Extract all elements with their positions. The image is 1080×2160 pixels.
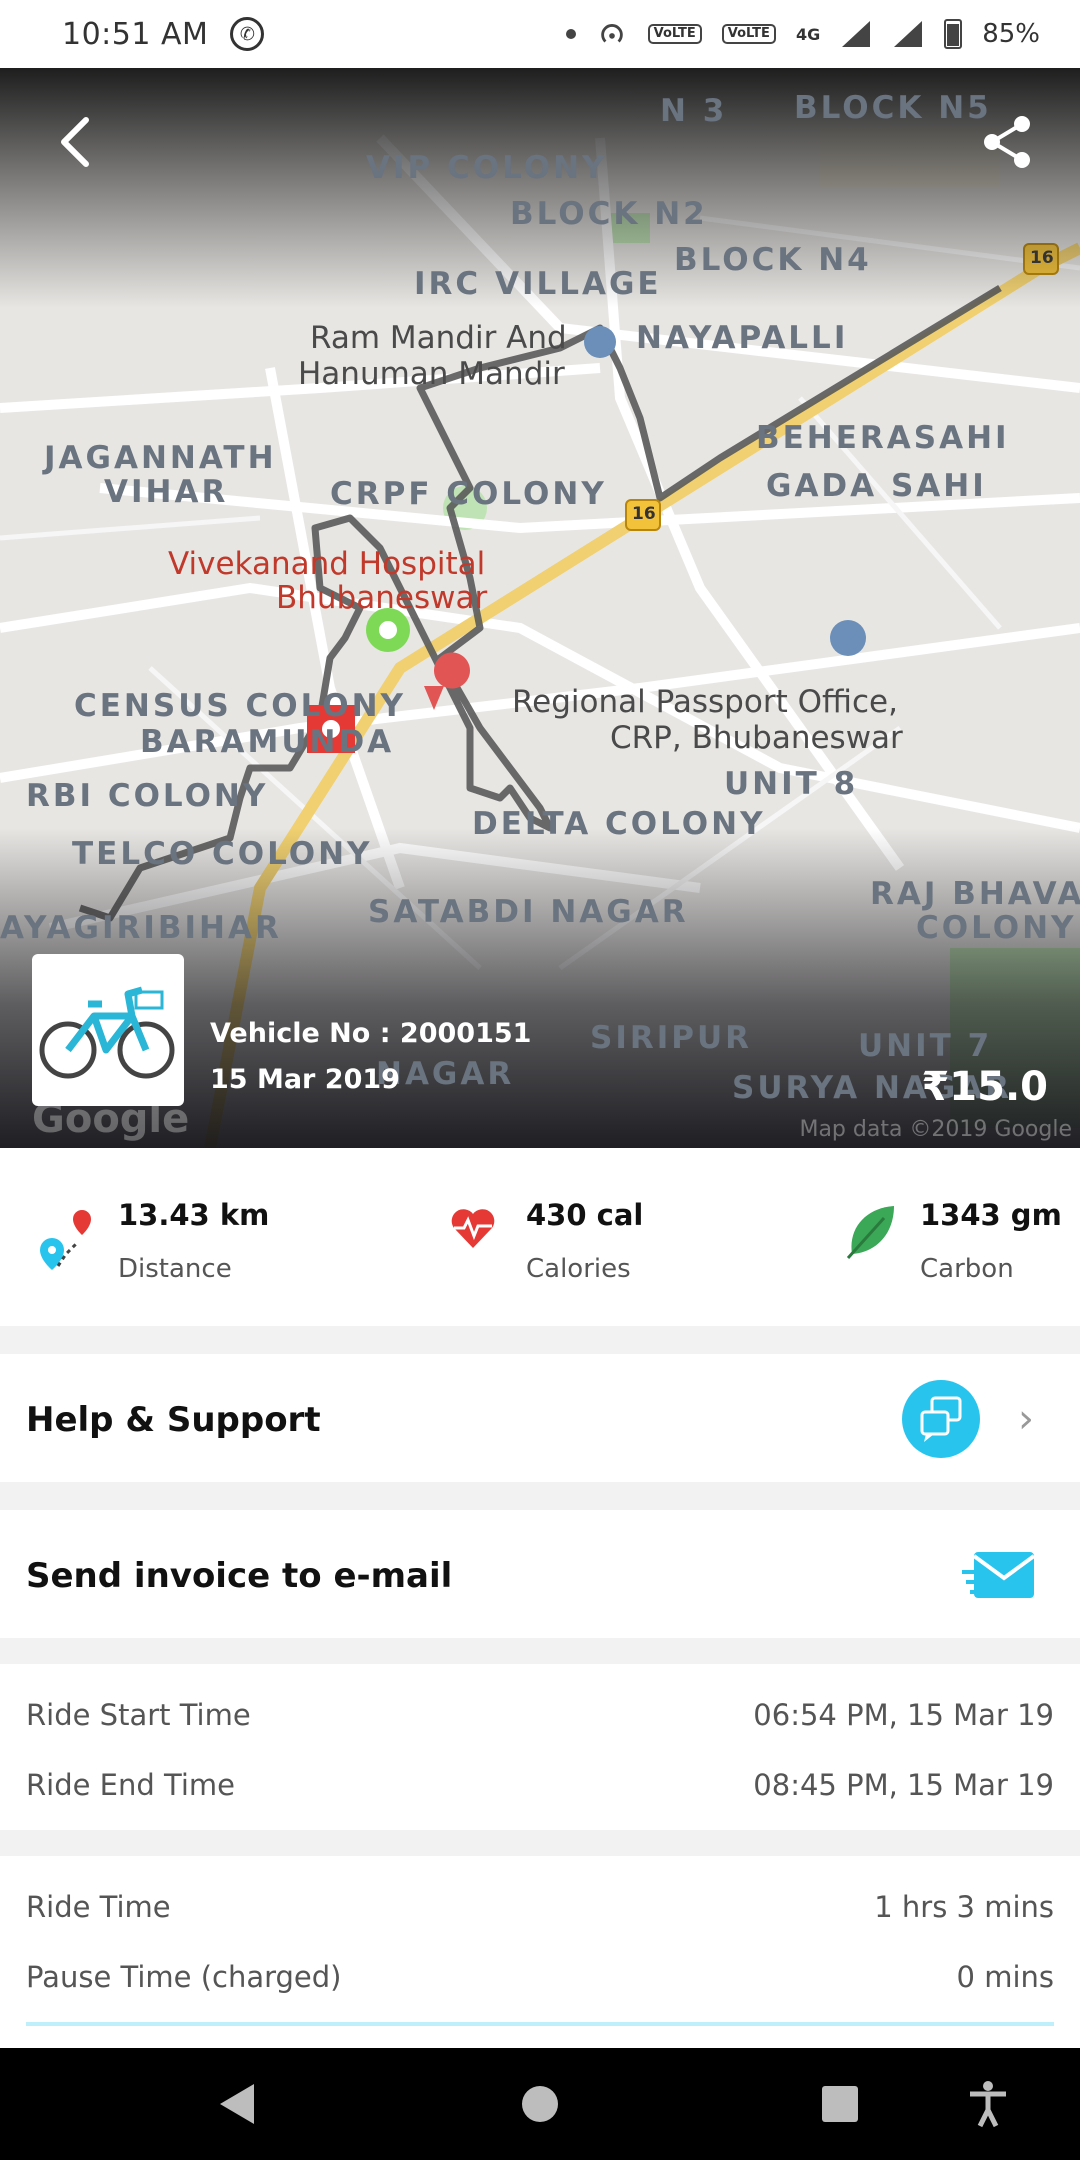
ride-time-row: Ride Time 1 hrs 3 mins (26, 1890, 1054, 1924)
back-arrow-icon (61, 117, 89, 167)
scroll-indicator (26, 2022, 1054, 2026)
vehicle-number: Vehicle No : 2000151 (210, 1018, 532, 1049)
ride-end-label: Ride End Time (26, 1768, 235, 1802)
map-label: GADA SAHI (766, 468, 987, 504)
bike-thumbnail (32, 954, 184, 1106)
bicycle-icon (39, 986, 175, 1079)
send-invoice-row[interactable]: Send invoice to e-mail (0, 1510, 1080, 1638)
route-map[interactable]: N 3 BLOCK N5 VIP COLONY BLOCK N2 BLOCK N… (0, 68, 1080, 1148)
back-button[interactable] (44, 110, 108, 174)
ride-durations-card: Ride Time 1 hrs 3 mins Pause Time (charg… (0, 1856, 1080, 2048)
heart-pulse-icon (451, 1209, 495, 1248)
map-label: Bhubaneswar (276, 580, 488, 616)
ride-end-row: Ride End Time 08:45 PM, 15 Mar 19 (26, 1768, 1054, 1802)
ride-end-value: 08:45 PM, 15 Mar 19 (753, 1768, 1054, 1802)
map-label: VIHAR (104, 474, 229, 510)
ride-times-card: Ride Start Time 06:54 PM, 15 Mar 19 Ride… (0, 1664, 1080, 1830)
pause-time-label: Pause Time (charged) (26, 1960, 342, 1994)
pause-time-row: Pause Time (charged) 0 mins (26, 1960, 1054, 1994)
stat-carbon: 1343 gm Carbon (720, 1148, 1080, 1326)
map-label: CENSUS COLONY (74, 688, 406, 724)
map-label: BEHERASAHI (756, 420, 1010, 456)
map-label: N 3 (660, 93, 728, 129)
highway-badge: 16 (632, 504, 656, 524)
hotspot-icon (600, 24, 623, 43)
map-label: UNIT 8 (724, 766, 859, 802)
ride-start-value: 06:54 PM, 15 Mar 19 (753, 1698, 1054, 1732)
share-button[interactable] (976, 110, 1040, 174)
whatsapp-icon: ✆ (230, 17, 265, 51)
nav-home-icon[interactable] (520, 2082, 560, 2126)
stat-calories: 430 cal Calories (360, 1148, 720, 1326)
carbon-value: 1343 gm (920, 1198, 1062, 1232)
map-label: COLONY (916, 910, 1077, 946)
map-label: Hanuman Mandir (298, 356, 565, 392)
map-label: RAJ BHAVAN (870, 876, 1080, 912)
map-label: BLOCK N4 (674, 242, 872, 278)
map-label: SATABDI NAGAR (368, 894, 689, 930)
battery-percent: 85% (982, 19, 1040, 49)
distance-value: 13.43 km (118, 1198, 270, 1232)
map-label: Vivekanand Hospital (168, 546, 486, 582)
accessibility-icon[interactable] (968, 2080, 1008, 2128)
map-label: BLOCK N2 (510, 196, 708, 232)
google-logo: Google (32, 1096, 190, 1142)
map-label: IRC VILLAGE (414, 266, 662, 302)
ride-start-row: Ride Start Time 06:54 PM, 15 Mar 19 (26, 1698, 1054, 1732)
help-support-row[interactable]: Help & Support › (0, 1354, 1080, 1482)
map-label: NAYAPALLI (636, 320, 849, 356)
ride-time-value: 1 hrs 3 mins (874, 1890, 1054, 1924)
share-icon (984, 116, 1030, 168)
map-label: DELTA COLONY (472, 806, 766, 842)
ride-start-label: Ride Start Time (26, 1698, 251, 1732)
map-label: BARAMUNDA (140, 724, 395, 760)
signal-icon-2 (894, 21, 923, 47)
status-bar: 10:51 AM ✆ VoLTE VoLTE 4G 85% (0, 0, 1080, 68)
distance-label: Distance (118, 1254, 232, 1284)
map-label: CRPF COLONY (330, 476, 607, 512)
map-label: SIRIPUR (590, 1020, 753, 1056)
calories-label: Calories (526, 1254, 631, 1284)
signal-icon (842, 21, 871, 47)
map-label: BLOCK N5 (794, 90, 992, 126)
map-label: AYAGIRIBIHAR (0, 910, 282, 946)
status-icons: VoLTE VoLTE 4G 85% (565, 19, 1040, 49)
map-label: VIP COLONY (366, 150, 608, 186)
highway-badge: 16 (1030, 248, 1054, 268)
email-icon (962, 1552, 1036, 1598)
pause-time-value: 0 mins (956, 1960, 1054, 1994)
sim2-volte-badge: VoLTE (721, 24, 776, 44)
map-label: UNIT 7 (858, 1028, 993, 1064)
map-label: Regional Passport Office, (512, 684, 898, 720)
battery-icon (944, 19, 963, 49)
help-support-label: Help & Support (26, 1400, 321, 1440)
network-type: 4G (795, 24, 821, 44)
map-label: CRP, Bhubaneswar (610, 720, 903, 756)
leaf-icon (846, 1206, 894, 1260)
ride-fare: ₹15.0 (921, 1064, 1048, 1110)
nav-back-icon[interactable] (218, 2082, 258, 2126)
map-label: RBI COLONY (26, 778, 269, 814)
sim1-volte-badge: VoLTE (647, 24, 702, 44)
distance-pin-icon (40, 1210, 91, 1270)
status-time: 10:51 AM (62, 16, 209, 52)
chat-support-icon (902, 1380, 980, 1458)
stat-distance: 13.43 km Distance (0, 1148, 360, 1326)
map-credit: Map data ©2019 Google (799, 1117, 1072, 1142)
chevron-right-icon: › (1018, 1396, 1034, 1442)
ride-date: 15 Mar 2019 (210, 1064, 400, 1095)
map-label: Ram Mandir And (310, 320, 567, 356)
map-label: JAGANNATH (44, 440, 277, 476)
carbon-label: Carbon (920, 1254, 1014, 1284)
nav-recents-icon[interactable] (820, 2082, 860, 2126)
system-nav-bar (0, 2048, 1080, 2160)
send-invoice-label: Send invoice to e-mail (26, 1556, 453, 1596)
notification-dot-icon (565, 29, 576, 39)
map-label: TELCO COLONY (72, 836, 373, 872)
ride-stats: 13.43 km Distance 430 cal Calories 1343 … (0, 1148, 1080, 1326)
ride-time-label: Ride Time (26, 1890, 171, 1924)
calories-value: 430 cal (526, 1198, 644, 1232)
